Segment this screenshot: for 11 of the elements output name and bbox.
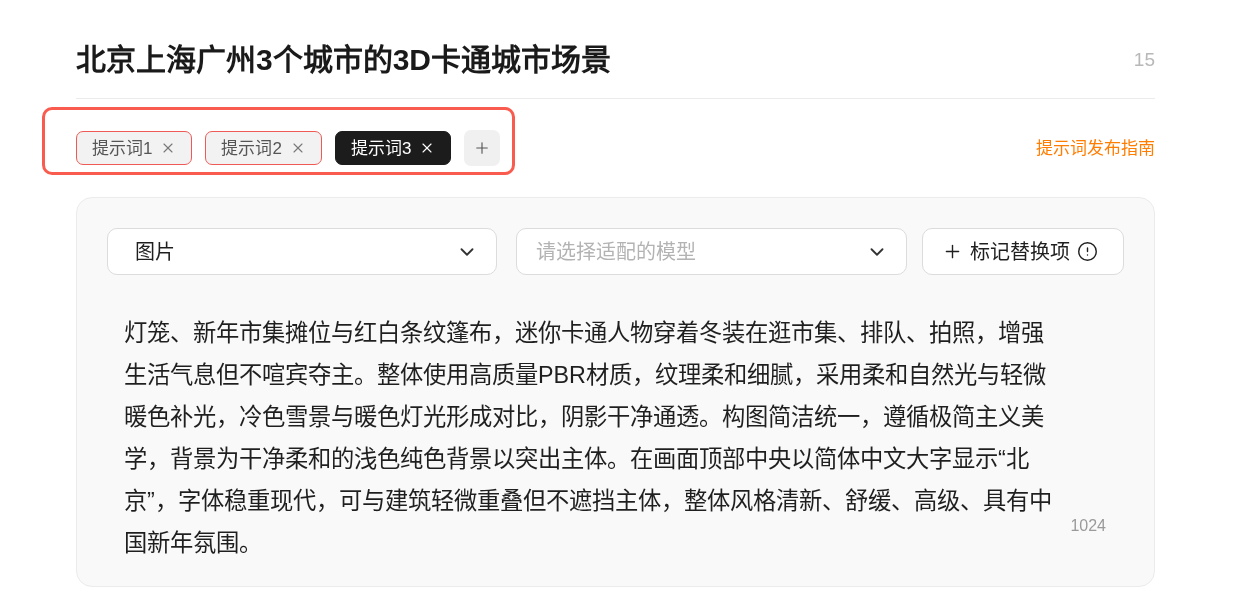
page-title: 北京上海广州3个城市的3D卡通城市场景 — [76, 42, 612, 78]
info-icon — [1077, 241, 1098, 262]
char-count: 1024 — [1070, 517, 1106, 535]
title-length-count: 15 — [1133, 48, 1155, 72]
prompt-tab[interactable]: 提示词1 — [76, 131, 193, 165]
prompt-tab[interactable]: 提示词3 — [334, 131, 452, 165]
prompt-input[interactable]: 灯笼、新年市集摊位与红白条纹篷布，迷你卡通人物穿着冬装在逛市集、排队、拍照，增强生活气息但不喧宾夺主。整体使用高质量PBR材质，纹理柔和细腻，采用柔和自然光与轻微暖色补光，冷色雪景与暖色灯光形成对比，阴影干净通透。构图简洁统一，遵循极简主义美学，背景为干净柔和的浅色纯色背景以突出主体。在画面顶部中央以简体中文大字显示“北京”，字体稳重现代，可与建筑轻微重叠但不遮挡主体，整体风格清新、舒缓、高级、具有中国新年氛围。 — [124, 312, 1066, 564]
add-tab-button[interactable] — [464, 130, 501, 166]
mark-replace-button[interactable]: 标记替换项 — [922, 228, 1124, 275]
prompt-tab[interactable]: 提示词2 — [205, 131, 322, 165]
type-select[interactable]: 图片 — [107, 228, 497, 275]
